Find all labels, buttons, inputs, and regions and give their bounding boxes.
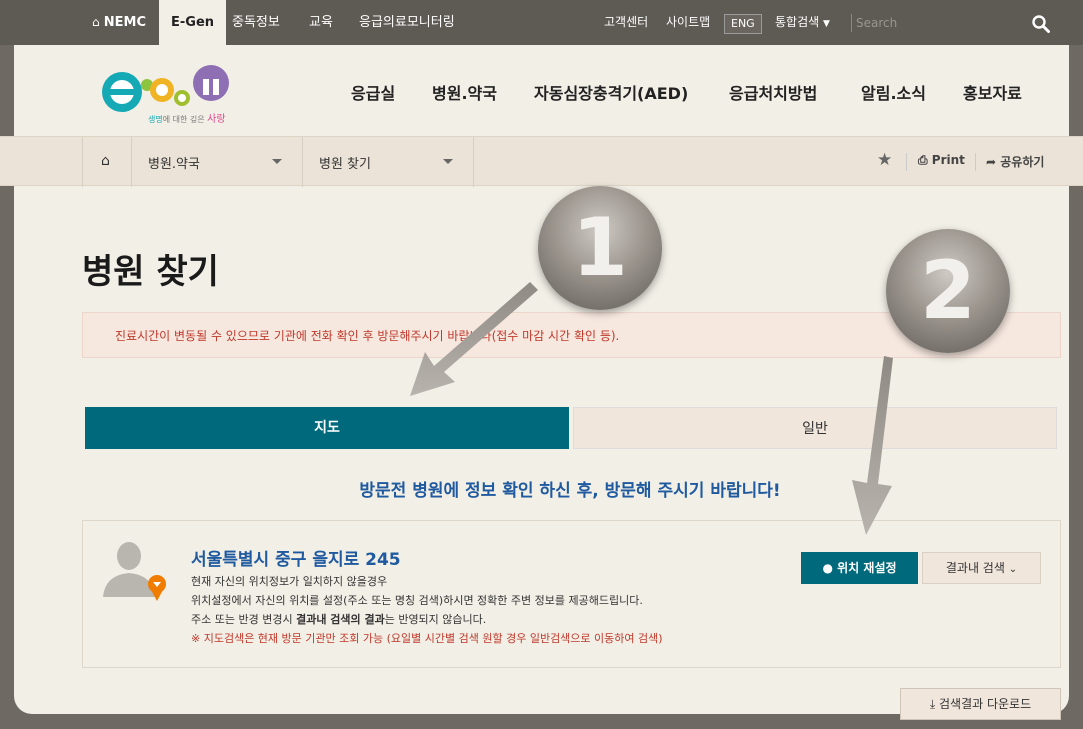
divider [851, 14, 852, 32]
map-pin-icon: ● [822, 561, 833, 575]
sitemap-link[interactable]: 사이트맵 [666, 0, 710, 45]
print-button[interactable]: ⎙ Print [918, 153, 965, 168]
tab-poison-info[interactable]: 중독정보 [232, 0, 280, 45]
nav-promotion[interactable]: 홍보자료 [963, 80, 1022, 104]
breadcrumb-level2-select[interactable]: 병원 찾기 [303, 137, 474, 187]
search-in-results-button[interactable]: 결과내 검색 ⌄ [922, 552, 1041, 584]
nav-first-aid[interactable]: 응급처치방법 [729, 80, 817, 104]
star-icon[interactable]: ★ [877, 150, 892, 170]
location-desc-1: 현재 자신의 위치정보가 일치하지 않을경우 [191, 575, 388, 588]
location-desc-4: ※ 지도검색은 현재 방문 기관만 조회 가능 (요일별 시간별 검색 원할 경… [191, 632, 663, 645]
location-info-box: 서울특별시 중구 을지로 245 현재 자신의 위치정보가 일치하지 않을경우 … [82, 520, 1061, 668]
top-bar: ⌂ NEMC E-Gen 중독정보 교육 응급의료모니터링 고객센터 사이트맵 … [0, 0, 1083, 45]
current-address: 서울특별시 중구 을지로 245 [191, 550, 401, 570]
eng-button[interactable]: ENG [724, 14, 762, 34]
nav-news[interactable]: 알림.소식 [861, 80, 926, 104]
customer-center-link[interactable]: 고객센터 [604, 0, 648, 45]
nav-aed[interactable]: 자동심장충격기(AED) [534, 80, 688, 104]
caret-down-icon [272, 159, 282, 164]
location-desc-3: 주소 또는 반경 변경시 결과내 검색의 결과는 반영되지 않습니다. [191, 613, 487, 626]
breadcrumb-level1-select[interactable]: 병원.약국 [132, 137, 303, 187]
user-location-icon [103, 542, 166, 601]
tab-monitoring[interactable]: 응급의료모니터링 [359, 0, 455, 45]
tab-education[interactable]: 교육 [309, 0, 333, 45]
nav-emergency-room[interactable]: 응급실 [351, 80, 395, 104]
nemc-home-link[interactable]: ⌂ NEMC [92, 0, 146, 45]
search-input[interactable] [856, 11, 1026, 35]
printer-icon: ⎙ [918, 153, 928, 167]
download-icon: ⤓ [929, 697, 936, 711]
tab-map[interactable]: 지도 [85, 407, 569, 449]
visit-notice-heading: 방문전 병원에 정보 확인 하신 후, 방문해 주시기 바랍니다! [359, 481, 781, 501]
annotation-badge-2: 2 [886, 229, 1010, 353]
share-button[interactable]: ➦ 공유하기 [986, 153, 1044, 170]
breadcrumb-home[interactable]: ⌂ [82, 137, 132, 187]
home-icon: ⌂ [101, 153, 110, 169]
search-icon[interactable] [1032, 15, 1050, 33]
home-icon: ⌂ [92, 15, 100, 29]
breadcrumb: ⌂ 병원.약국 병원 찾기 ★ ⎙ Print ➦ 공유하기 [0, 136, 1083, 187]
annotation-badge-1: 1 [538, 186, 662, 310]
nav-hospital-pharmacy[interactable]: 병원.약국 [432, 80, 497, 104]
divider [975, 153, 976, 171]
tab-general[interactable]: 일반 [573, 407, 1057, 449]
search-scope-select[interactable]: 통합검색 ▼ [775, 0, 830, 45]
download-results-button[interactable]: ⤓ 검색결과 다운로드 [900, 688, 1061, 720]
location-desc-2: 위치설정에서 자신의 위치를 설정(주소 또는 명칭 검색)하시면 정확한 주변… [191, 594, 643, 607]
chevron-down-icon: ⌄ [1008, 564, 1018, 575]
share-arrow-icon: ➦ [986, 155, 997, 169]
caret-down-icon [443, 159, 453, 164]
divider [906, 153, 907, 171]
page-title: 병원 찾기 [82, 252, 219, 292]
logo-tagline: 생명에 대한 깊은 사랑 [148, 114, 226, 125]
reset-location-button[interactable]: ● 위치 재설정 [801, 552, 918, 584]
caret-down-icon: ▼ [823, 19, 830, 29]
tab-egen[interactable]: E-Gen [159, 0, 227, 45]
